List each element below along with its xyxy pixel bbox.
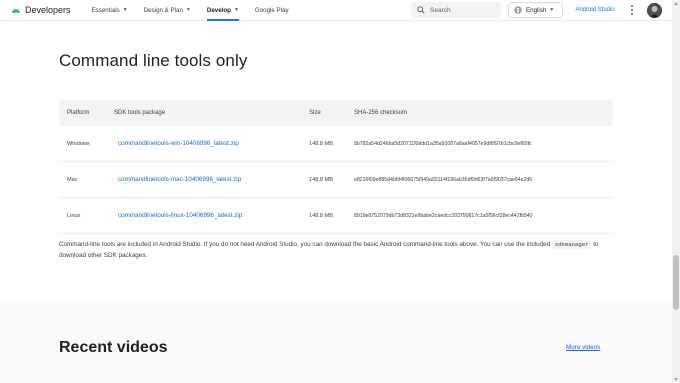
chevron-down-icon: ▼ — [185, 7, 191, 13]
brand-name: Developers — [25, 5, 71, 15]
platform-cell: Linux — [67, 212, 81, 219]
nav-google-play[interactable]: Google Play — [255, 0, 289, 21]
checksum-cell: e8216f09e885d4b6f4f06675f949a92114f196ab… — [354, 176, 533, 183]
package-cell: commandlinetools-win-10406996_latest.zip — [110, 140, 309, 147]
nav-essentials[interactable]: Essentials ▼ — [92, 0, 128, 21]
note-text: Command-line tools are included in Andro… — [59, 241, 552, 248]
android-studio-link[interactable]: Android Studio — [569, 2, 621, 18]
page-scrollbar[interactable] — [672, 0, 680, 383]
download-link-linux[interactable]: commandlinetools-linux-10406996_latest.z… — [118, 212, 242, 219]
scroll-up-arrow-icon[interactable] — [674, 2, 678, 5]
more-vert-icon[interactable] — [628, 4, 636, 16]
avatar[interactable] — [647, 3, 662, 18]
page-title: Command line tools only — [59, 51, 248, 70]
top-navigation-bar: Developers Essentials ▼ Design & Plan ▼ De… — [0, 0, 672, 21]
table-row: Windows commandlinetools-win-10406996_la… — [59, 126, 613, 162]
download-link-mac[interactable]: commandlinetools-mac-10406996_latest.zip — [118, 176, 241, 183]
chevron-down-icon: ▼ — [233, 7, 239, 13]
nav-label: Design & Plan — [143, 6, 183, 14]
android-logo-icon — [12, 7, 20, 13]
download-link-windows[interactable]: commandlinetools-win-10406996_latest.zip — [118, 140, 239, 147]
search-input[interactable]: Search — [411, 2, 501, 18]
checksum-cell: 8919e8752979db73d8321e9babe2caedcc393750… — [354, 212, 533, 219]
nav-design-plan[interactable]: Design & Plan ▼ — [144, 0, 191, 21]
nav-label: Google Play — [254, 6, 289, 14]
size-cell: 148.8 MB — [309, 212, 333, 219]
header-checksum: SHA-256 checksum — [354, 110, 408, 116]
platform-cell: Windows — [67, 140, 90, 147]
size-cell: 148.8 MB — [309, 176, 333, 183]
info-note: Command-line tools are included in Andro… — [59, 239, 619, 261]
package-cell: commandlinetools-linux-10406996_latest.z… — [110, 212, 309, 219]
sdkmanager-code: sdkmanager — [551, 240, 592, 249]
header-platform: Platform — [67, 110, 90, 116]
nav-develop[interactable]: Develop ▼ — [206, 0, 239, 21]
nav-label: Essentials — [91, 6, 120, 14]
table-header: Platform SDK tools package Size SHA-256 … — [59, 100, 613, 126]
scroll-thumb[interactable] — [673, 255, 679, 310]
download-table: Platform SDK tools package Size SHA-256 … — [59, 100, 613, 234]
checksum-cell: 9b782a54d246ba5d20711f0ddd1a35a91087a8aa… — [354, 140, 532, 147]
chevron-down-icon: ▼ — [122, 7, 128, 13]
table-row: Mac commandlinetools-mac-10406996_latest… — [59, 162, 613, 198]
search-icon — [417, 6, 425, 14]
language-selector[interactable]: English ▼ — [508, 2, 563, 18]
recent-videos-title: Recent videos — [59, 339, 168, 356]
package-cell: commandlinetools-mac-10406996_latest.zip — [110, 176, 309, 183]
language-label: English — [526, 6, 547, 14]
search-placeholder: Search — [430, 6, 451, 14]
header-size: Size — [309, 110, 321, 116]
scroll-down-arrow-icon[interactable] — [674, 378, 678, 381]
platform-cell: Mac — [67, 176, 78, 183]
main-nav: Essentials ▼ Design & Plan ▼ Develop ▼ Goog… — [92, 0, 305, 21]
table-row: Linux commandlinetools-linux-10406996_la… — [59, 198, 613, 234]
globe-icon — [514, 6, 522, 14]
header-package: SDK tools package — [114, 110, 166, 116]
avatar-image — [647, 3, 662, 18]
developers-logo[interactable]: Developers — [11, 5, 71, 15]
size-cell: 148.8 MB — [309, 140, 333, 147]
more-videos-link[interactable]: More videos — [566, 344, 600, 351]
chevron-down-icon: ▼ — [549, 7, 555, 13]
nav-label: Develop — [206, 6, 231, 14]
